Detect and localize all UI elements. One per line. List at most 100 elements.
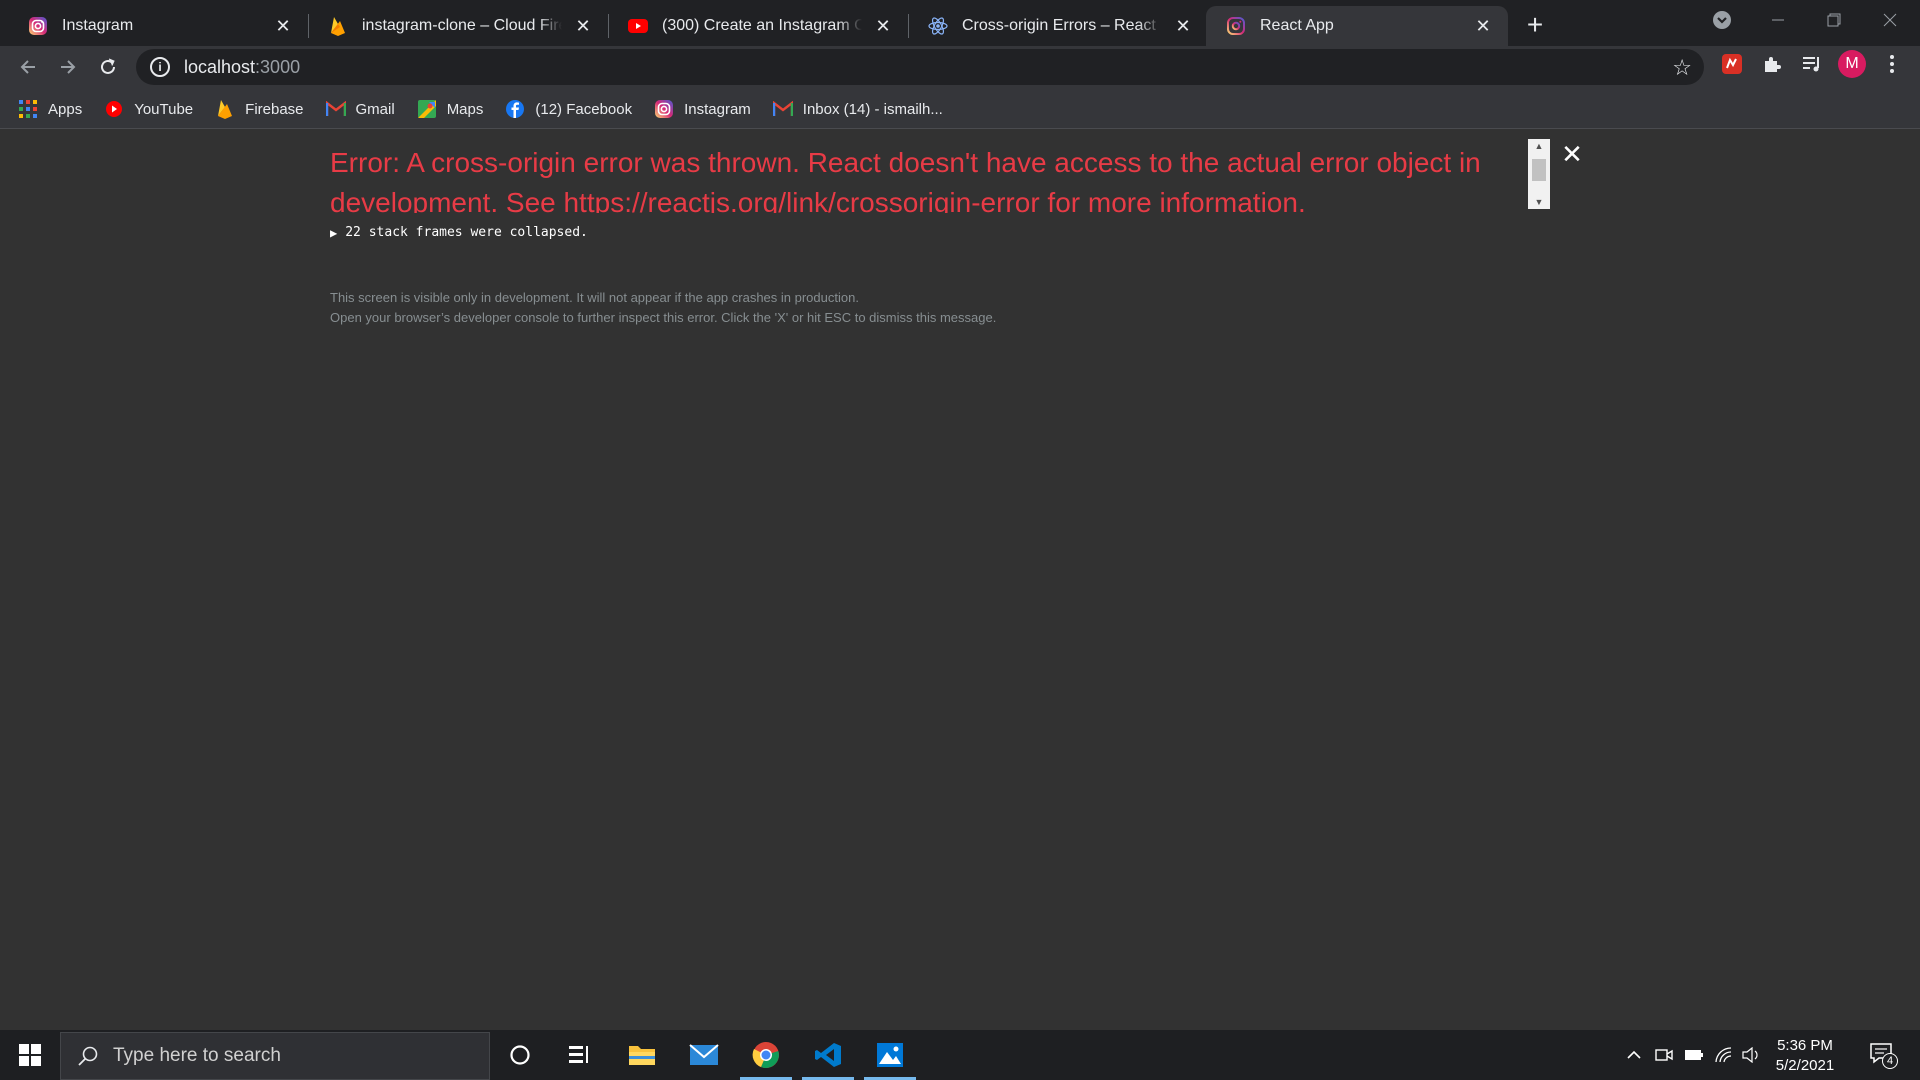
start-button[interactable] [0, 1030, 60, 1080]
puzzle-icon [1765, 57, 1781, 72]
youtube-icon [104, 99, 124, 119]
scroll-thumb[interactable] [1532, 159, 1546, 181]
close-tab-icon[interactable]: ✕ [572, 15, 594, 37]
dismiss-error-button[interactable]: ✕ [1558, 139, 1586, 169]
bookmark-label: (12) Facebook [535, 100, 633, 118]
tab-search-button[interactable] [1694, 0, 1750, 40]
expand-triangle-icon: ▶ [330, 225, 338, 240]
bookmark-label: YouTube [134, 100, 194, 118]
arrow-left-icon [20, 60, 35, 74]
tab-firebase[interactable]: instagram-clone – Cloud Firestore – Fire… [308, 6, 608, 46]
bookmark-facebook[interactable]: (12) Facebook [505, 99, 632, 119]
battery-button[interactable] [1680, 1030, 1708, 1080]
system-clock[interactable]: 5:36 PM 5/2/2021 [1760, 1036, 1850, 1076]
chevron-down-icon [1713, 11, 1731, 29]
tab-title: instagram-clone – Cloud Firestore – Fire… [362, 17, 562, 34]
bookmark-label: Maps [446, 100, 484, 118]
gmail-icon [772, 99, 793, 119]
tab-instagram[interactable]: Instagram ✕ [8, 6, 308, 46]
extension-button[interactable] [1716, 48, 1748, 80]
close-tab-icon[interactable]: ✕ [1472, 15, 1494, 37]
action-center-button[interactable]: 4 [1862, 1030, 1902, 1080]
network-button[interactable] [1710, 1030, 1738, 1080]
playlist-icon [1803, 57, 1819, 72]
extensions-button[interactable] [1756, 48, 1788, 80]
dev-notice: This screen is visible only in developme… [330, 288, 996, 328]
bookmark-instagram[interactable]: Instagram [654, 99, 751, 119]
error-message: Error: A cross-origin error was thrown. … [330, 147, 1481, 213]
back-button[interactable] [10, 49, 46, 85]
scroll-up-icon[interactable]: ▲ [1528, 139, 1550, 153]
bookmark-gmail[interactable]: Gmail [325, 99, 395, 119]
chrome-taskbar-button[interactable] [736, 1030, 796, 1080]
dev-notice-line-1: This screen is visible only in developme… [330, 290, 859, 305]
new-tab-button[interactable]: + [1518, 8, 1552, 42]
taskbar-search-input[interactable]: Type here to search [60, 1032, 490, 1080]
search-placeholder: Type here to search [113, 1045, 281, 1066]
stack-frames-label: 22 stack frames were collapsed. [345, 225, 588, 240]
chevron-up-icon [1627, 1050, 1641, 1059]
clock-time: 5:36 PM [1777, 1037, 1833, 1054]
vscode-taskbar-button[interactable] [798, 1030, 858, 1080]
folder-icon [629, 1046, 655, 1065]
bookmark-maps[interactable]: Maps [417, 99, 484, 119]
photos-taskbar-button[interactable] [860, 1030, 920, 1080]
show-hidden-icons-button[interactable] [1620, 1030, 1648, 1080]
bookmark-label: Gmail [355, 100, 395, 118]
file-explorer-button[interactable] [612, 1030, 672, 1080]
reload-button[interactable] [90, 49, 126, 85]
site-info-icon[interactable]: i [150, 57, 170, 77]
close-tab-icon[interactable]: ✕ [1172, 15, 1194, 37]
instagram-icon [28, 16, 48, 36]
more-vert-icon [1890, 55, 1894, 73]
windows-logo-icon [19, 1044, 41, 1066]
restore-icon [1827, 13, 1841, 27]
bookmark-label: Firebase [245, 100, 304, 118]
tab-title: React App [1260, 17, 1334, 34]
error-overlay: Error: A cross-origin error was thrown. … [0, 129, 1920, 1030]
windows-taskbar: Type here to search 5:36 PM 5/2/2021 4 [0, 1030, 1920, 1080]
tab-react-docs[interactable]: Cross-origin Errors – React ✕ [908, 6, 1208, 46]
vscode-icon [815, 1043, 841, 1067]
bookmark-star-icon[interactable]: ☆ [1672, 55, 1692, 81]
url-text: localhost:3000 [184, 56, 301, 77]
close-tab-icon[interactable]: ✕ [872, 15, 894, 37]
mail-button[interactable] [674, 1030, 734, 1080]
gmail-icon [325, 99, 346, 119]
search-icon [78, 1046, 98, 1066]
chrome-menu-button[interactable] [1876, 48, 1908, 80]
close-tab-icon[interactable]: ✕ [272, 15, 294, 37]
bookmark-label: Apps [48, 100, 83, 118]
scroll-down-icon[interactable]: ▼ [1528, 195, 1550, 209]
tab-react-app[interactable]: React App ✕ [1206, 6, 1508, 46]
tab-youtube[interactable]: (300) Create an Instagram Clone with Rea… [608, 6, 908, 46]
bookmark-inbox[interactable]: Inbox (14) - ismailh... [772, 99, 943, 119]
cortana-button[interactable] [490, 1030, 550, 1080]
close-window-button[interactable] [1862, 0, 1918, 40]
forward-button[interactable] [50, 49, 86, 85]
collapsed-stack-frames[interactable]: ▶ 22 stack frames were collapsed. [330, 225, 588, 240]
minimize-button[interactable] [1750, 0, 1806, 40]
bookmark-label: Inbox (14) - ismailh... [802, 100, 943, 118]
task-view-button[interactable] [550, 1030, 610, 1080]
meet-now-button[interactable] [1650, 1030, 1678, 1080]
error-scrollbar[interactable]: ▲ ▼ [1528, 139, 1550, 209]
bookmark-firebase[interactable]: Firebase [215, 99, 304, 119]
bookmark-apps[interactable]: Apps [18, 99, 82, 119]
profile-avatar[interactable]: M [1836, 48, 1868, 80]
instagram-icon [1226, 16, 1246, 36]
media-control-button[interactable] [1796, 48, 1828, 80]
address-bar[interactable]: i localhost:3000 ☆ [136, 49, 1704, 85]
instagram-icon [654, 99, 674, 119]
bookmark-youtube[interactable]: YouTube [104, 99, 193, 119]
bookmark-label: Instagram [684, 100, 751, 118]
speaker-icon [1742, 1047, 1758, 1063]
notification-count-badge: 4 [1882, 1053, 1898, 1069]
photos-icon [877, 1043, 903, 1067]
restore-button[interactable] [1806, 0, 1862, 40]
youtube-icon [628, 16, 648, 36]
react-icon [928, 16, 948, 36]
task-view-icon [569, 1046, 588, 1063]
battery-icon [1685, 1050, 1703, 1060]
tab-title: Instagram [62, 17, 134, 34]
